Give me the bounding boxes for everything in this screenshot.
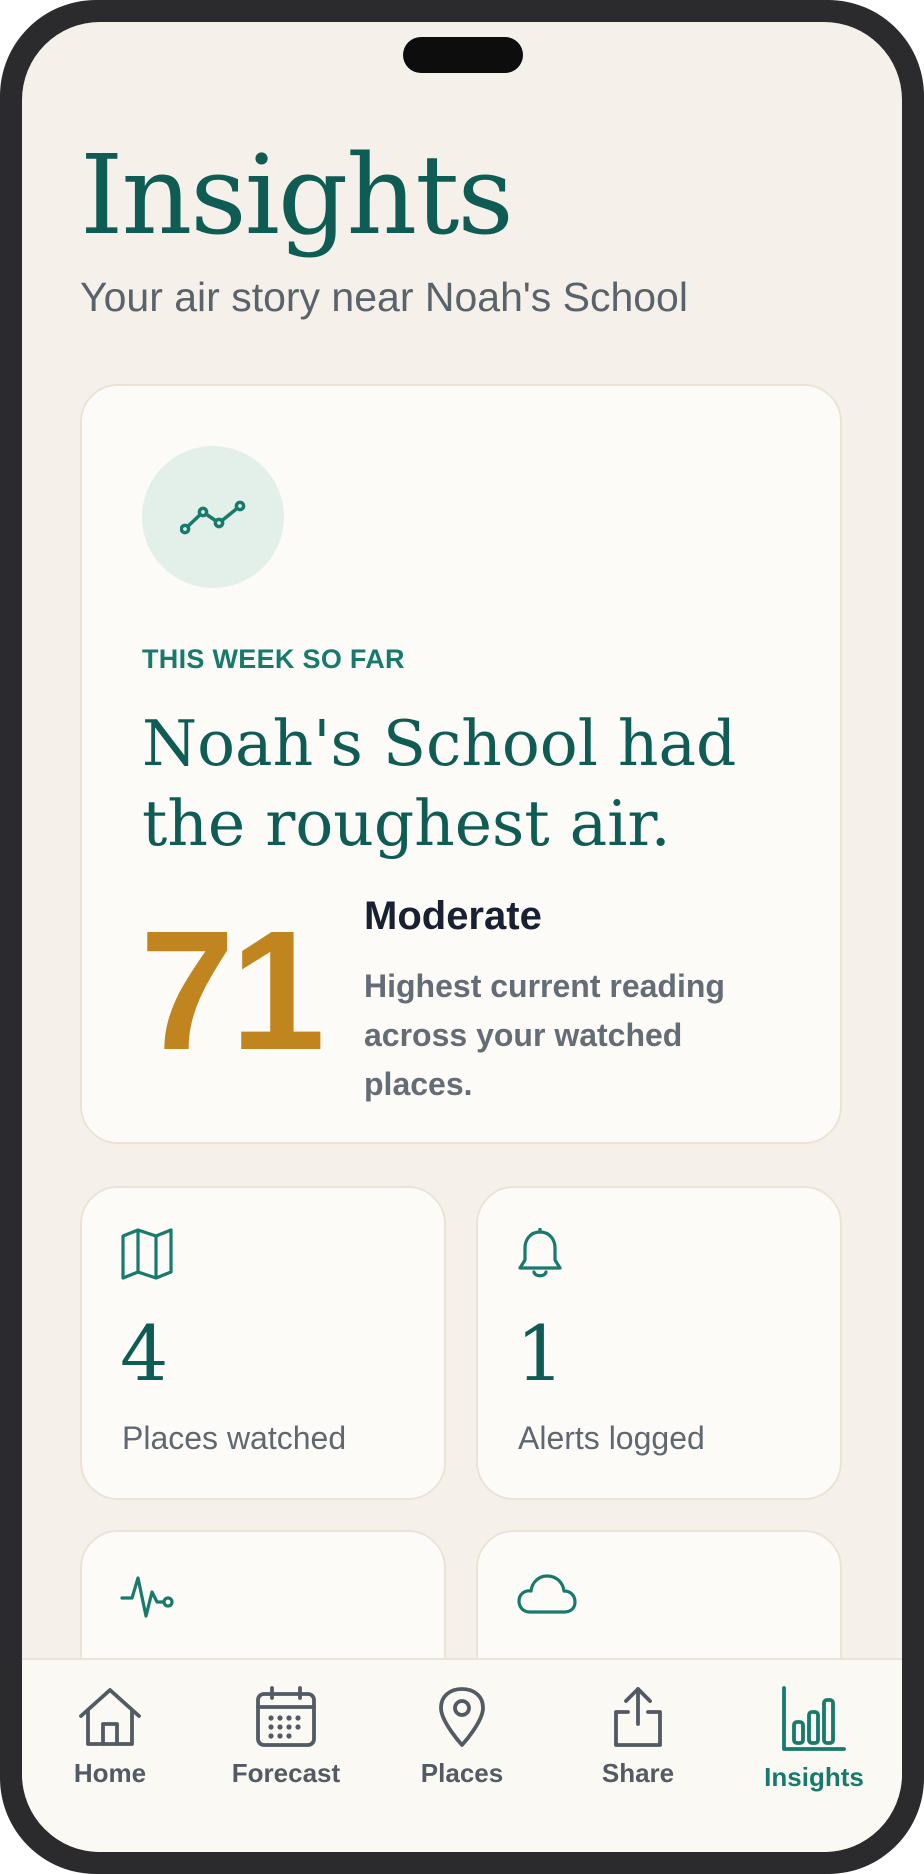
- aqi-level: Moderate: [364, 894, 542, 938]
- pulse-icon: [120, 1572, 174, 1625]
- aqi-value: 71: [140, 896, 325, 1086]
- bell-icon: [516, 1227, 564, 1285]
- dynamic-island: [403, 37, 523, 73]
- location-pin-icon: [439, 1687, 485, 1747]
- share-icon: [614, 1687, 662, 1747]
- summary-headline: Noah's School had the roughest air.: [142, 707, 737, 860]
- tab-forecast[interactable]: Forecast: [198, 1686, 374, 1806]
- tab-label: Home: [73, 1758, 147, 1788]
- stat-value: 1: [516, 1309, 565, 1398]
- home-icon: [79, 1688, 141, 1746]
- stat-label: Alerts logged: [518, 1420, 705, 1456]
- stat-value: 4: [120, 1309, 169, 1398]
- phone-frame: Insights Your air story near Noah's Scho…: [0, 0, 924, 1874]
- tab-insights[interactable]: Insights: [726, 1686, 902, 1806]
- tab-label: Insights: [764, 1762, 864, 1792]
- stat-label: Places watched: [122, 1420, 347, 1456]
- aqi-description: Highest current reading across your watc…: [364, 968, 725, 1102]
- cloud-icon: [516, 1572, 578, 1621]
- calendar-icon: [256, 1686, 316, 1747]
- trend-line-icon: [142, 446, 284, 588]
- summary-eyebrow: THIS WEEK SO FAR: [142, 644, 405, 674]
- bar-chart-icon: [782, 1686, 846, 1751]
- stat-card-places-watched[interactable]: 4 Places watched: [80, 1186, 446, 1500]
- tab-places[interactable]: Places: [374, 1686, 550, 1806]
- app-screen: Insights Your air story near Noah's Scho…: [22, 22, 902, 1852]
- tab-home[interactable]: Home: [22, 1686, 198, 1806]
- weekly-summary-card[interactable]: THIS WEEK SO FAR Noah's School had the r…: [80, 384, 842, 1144]
- tab-label: Places: [420, 1758, 504, 1788]
- page-title: Insights: [80, 131, 514, 259]
- page-subtitle: Your air story near Noah's School: [80, 274, 688, 320]
- map-icon: [120, 1228, 174, 1285]
- tab-label: Forecast: [231, 1758, 341, 1788]
- bottom-tab-bar: Home Forecast Places Share Insights: [22, 1658, 902, 1852]
- tab-share[interactable]: Share: [550, 1686, 726, 1806]
- stat-card-alerts-logged[interactable]: 1 Alerts logged: [476, 1186, 842, 1500]
- tab-label: Share: [601, 1758, 675, 1788]
